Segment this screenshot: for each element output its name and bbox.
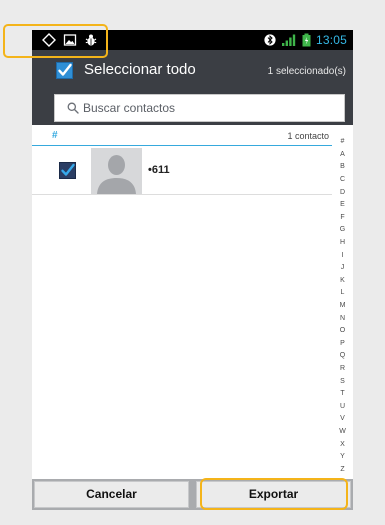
contact-row[interactable]: •611	[32, 147, 332, 195]
index-letter[interactable]: F	[332, 214, 353, 222]
selected-count: 1 seleccionado(s)	[267, 66, 346, 77]
battery-icon	[302, 33, 311, 47]
index-letter[interactable]: B	[332, 163, 353, 171]
index-letter[interactable]: K	[332, 277, 353, 285]
person-silhouette-icon	[97, 155, 136, 194]
status-time: 13:05	[315, 33, 347, 47]
index-letter[interactable]: A	[332, 151, 353, 159]
image-icon	[63, 34, 77, 46]
index-letter[interactable]: D	[332, 189, 353, 197]
index-letter[interactable]: Z	[332, 466, 353, 474]
search-icon	[67, 102, 79, 114]
select-all-label[interactable]: Seleccionar todo	[84, 61, 196, 78]
index-letter[interactable]: V	[332, 415, 353, 423]
index-letter[interactable]: E	[332, 201, 353, 209]
index-letter[interactable]: M	[332, 302, 353, 310]
index-letter[interactable]: N	[332, 315, 353, 323]
index-letter[interactable]: I	[332, 252, 353, 260]
index-letter[interactable]: R	[332, 365, 353, 373]
location-icon	[42, 33, 56, 47]
contact-checkbox[interactable]	[59, 162, 76, 179]
index-letter[interactable]: T	[332, 390, 353, 398]
bottom-button-bar: Cancelar Exportar	[32, 479, 353, 510]
index-letter[interactable]: H	[332, 239, 353, 247]
search-section	[32, 92, 353, 125]
index-letter[interactable]: G	[332, 226, 353, 234]
status-bar: 13:05	[32, 30, 353, 50]
cancel-button[interactable]: Cancelar	[34, 481, 189, 508]
index-letter[interactable]: Y	[332, 453, 353, 461]
index-letter[interactable]: X	[332, 441, 353, 449]
screenshot-frame: 13:05 Seleccionar todo 1 seleccionado(s)	[0, 0, 385, 525]
select-all-checkbox[interactable]	[56, 62, 73, 79]
contact-name: •611	[148, 164, 170, 176]
search-input[interactable]	[83, 98, 333, 118]
debug-android-icon	[85, 34, 97, 46]
export-button[interactable]: Exportar	[196, 481, 351, 508]
index-letter[interactable]: O	[332, 327, 353, 335]
phone-screen: 13:05 Seleccionar todo 1 seleccionado(s)	[32, 30, 353, 510]
index-letter[interactable]: W	[332, 428, 353, 436]
section-contact-count: 1 contacto	[287, 131, 329, 141]
section-header: # 1 contacto	[32, 128, 332, 146]
index-letter[interactable]: Q	[332, 352, 353, 360]
status-right-icons: 13:05	[264, 31, 347, 49]
index-letter[interactable]: S	[332, 378, 353, 386]
bluetooth-icon	[264, 34, 276, 46]
action-bar: Seleccionar todo 1 seleccionado(s)	[32, 50, 353, 92]
search-box[interactable]	[54, 94, 345, 122]
index-letter[interactable]: U	[332, 403, 353, 411]
signal-bars-icon	[281, 34, 296, 46]
index-letter[interactable]: C	[332, 176, 353, 184]
index-letter[interactable]: J	[332, 264, 353, 272]
index-letter[interactable]: P	[332, 340, 353, 348]
status-left-icons	[42, 32, 98, 48]
index-letter[interactable]: L	[332, 289, 353, 297]
alphabet-index[interactable]: # A B C D E F G H I J K L M N O P Q R S T U V W X Y Z	[332, 136, 353, 476]
contact-avatar	[91, 148, 142, 194]
index-letter[interactable]: #	[332, 138, 353, 146]
section-letter: #	[52, 130, 58, 141]
